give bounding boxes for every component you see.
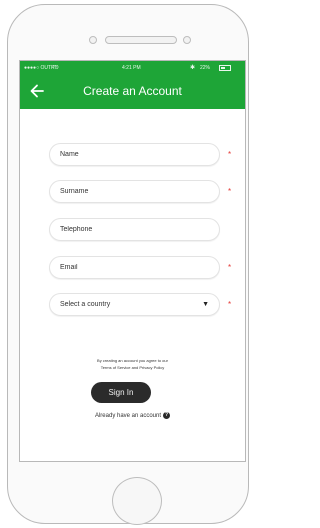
name-field[interactable] — [49, 143, 220, 166]
sensor-dot — [183, 36, 191, 44]
surname-field[interactable] — [49, 180, 220, 203]
terms-link[interactable]: Terms of Service and Privacy Policy — [20, 364, 245, 371]
country-select-value: Select a country — [60, 301, 111, 308]
battery-icon — [219, 65, 231, 71]
already-account-text[interactable]: Already have an account — [95, 413, 161, 419]
required-marker: * — [228, 263, 232, 272]
email-field[interactable] — [49, 256, 220, 279]
nav-bar: Create an Account — [20, 75, 245, 109]
status-bar: ●●●●○ OUTRO ◠ 4:21 PM ✱ 22% — [20, 61, 245, 75]
required-marker: * — [228, 187, 232, 196]
question-icon[interactable]: ? — [163, 412, 171, 419]
triangle-down-icon[interactable]: ▼ — [202, 294, 209, 315]
speaker-grille — [105, 36, 177, 44]
battery-percent: 22% — [200, 65, 211, 71]
home-button[interactable] — [112, 477, 162, 525]
telephone-input[interactable] — [60, 219, 190, 240]
terms-text: By creating an account you agree to our … — [20, 357, 245, 371]
camera-dot — [89, 36, 97, 44]
bluetooth-icon: ✱ — [190, 65, 196, 71]
email-input[interactable] — [60, 257, 190, 278]
name-input[interactable] — [60, 144, 190, 165]
terms-line: By creating an account you agree to our — [97, 358, 168, 363]
required-marker: * — [228, 300, 232, 309]
already-account-link[interactable]: Already have an account? — [20, 412, 245, 419]
country-select[interactable]: Select a country ▼ — [49, 293, 220, 316]
sign-in-button[interactable]: Sign In — [91, 382, 151, 403]
page-title: Create an Account — [83, 84, 182, 98]
app-screen: ●●●●○ OUTRO ◠ 4:21 PM ✱ 22% Create an Ac… — [19, 60, 246, 462]
required-marker: * — [228, 150, 232, 159]
surname-input[interactable] — [60, 181, 190, 202]
telephone-field[interactable] — [49, 218, 220, 241]
wifi-icon: ◠ — [52, 65, 58, 71]
status-time: 4:21 PM — [122, 65, 141, 71]
